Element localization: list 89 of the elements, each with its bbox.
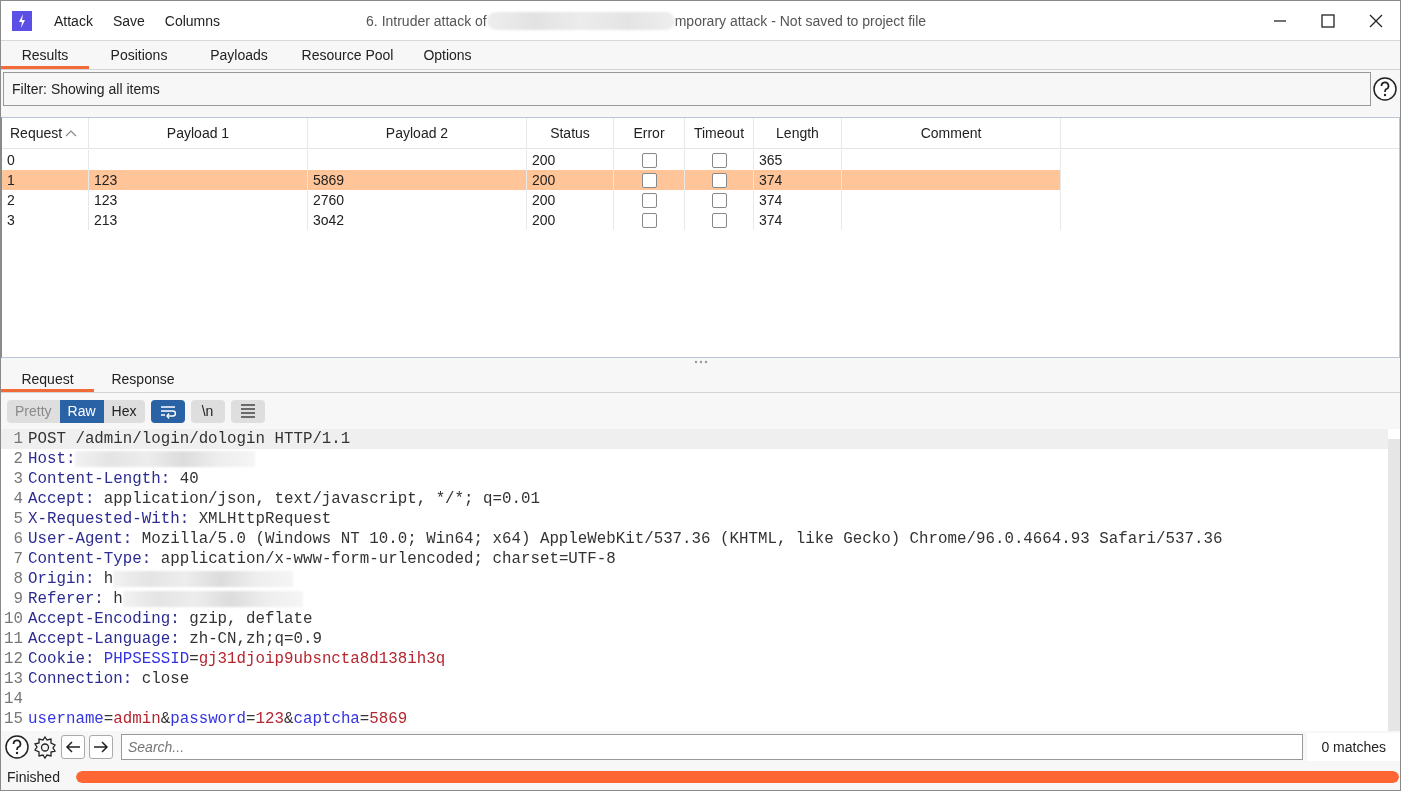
table-cell: 374 bbox=[759, 192, 783, 208]
code-line: POST /admin/login/dologin HTTP/1.1 bbox=[28, 430, 351, 448]
line-number: 1 bbox=[12, 430, 24, 448]
code-line: username=admin&password=123&captcha=5869 bbox=[28, 710, 408, 728]
table-cell: 200 bbox=[532, 192, 556, 208]
table-cell: 374 bbox=[759, 172, 783, 188]
newline-toggle-button[interactable]: \n bbox=[190, 399, 225, 423]
tab[interactable]: Response bbox=[94, 365, 192, 392]
table-cell: 1 bbox=[7, 172, 15, 188]
code-line: Accept-Encoding: gzip, deflate bbox=[28, 610, 313, 628]
status-label: Finished bbox=[7, 768, 61, 785]
drag-handle-icon[interactable] bbox=[693, 359, 708, 364]
search-field[interactable]: Search... bbox=[121, 734, 1304, 760]
scrollbar[interactable] bbox=[1388, 439, 1400, 731]
column-header[interactable]: Payload 1 bbox=[166, 125, 230, 141]
line-number: 11 bbox=[3, 630, 24, 648]
line-number: 14 bbox=[3, 690, 24, 708]
line-number: 6 bbox=[12, 530, 24, 548]
menu-button[interactable] bbox=[230, 399, 265, 423]
column-header[interactable]: Payload 2 bbox=[385, 125, 449, 141]
code-line: Cookie: PHPSESSID=gj31djoip9ubsncta8d138ih3q bbox=[28, 650, 446, 668]
menu-item[interactable]: Columns bbox=[154, 12, 231, 29]
code-line: User-Agent: Mozilla/5.0 (Windows NT 10.0; Win64; x64) AppleWebKit/537.36 (KHTML, like Gecko) Chrome/96.0.4664.93 Safari/537.36 bbox=[28, 530, 1223, 548]
window-title: 6. Intruder attack of bbox=[366, 12, 487, 29]
view-mode-tab[interactable]: Raw bbox=[59, 399, 104, 423]
wrap-lines-button[interactable] bbox=[150, 399, 185, 423]
tab[interactable]: Payloads bbox=[189, 41, 289, 69]
table-cell: 200 bbox=[532, 152, 556, 168]
view-mode-tab[interactable]: Hex bbox=[103, 399, 145, 423]
line-number: 13 bbox=[3, 670, 24, 688]
code-line: Content-Type: application/x-www-form-urlencoded; charset=UTF-8 bbox=[28, 550, 616, 568]
line-number: 8 bbox=[12, 570, 24, 588]
code-line: X-Requested-With: XMLHttpRequest bbox=[28, 510, 332, 528]
table-cell: 3 bbox=[7, 212, 15, 228]
wrap-lines-icon bbox=[159, 403, 176, 419]
left-arrow-icon bbox=[65, 739, 81, 755]
column-header[interactable]: Status bbox=[550, 125, 590, 141]
tab[interactable]: Options bbox=[406, 41, 489, 69]
right-arrow-icon bbox=[93, 739, 109, 755]
table-cell: 123 bbox=[94, 192, 118, 208]
code-line: Connection: close bbox=[28, 670, 190, 688]
line-number: 4 bbox=[12, 490, 24, 508]
app-logo-icon bbox=[12, 10, 32, 31]
code-line: Referer: h bbox=[28, 590, 303, 608]
table-cell: 3o42 bbox=[313, 212, 345, 228]
line-number: 9 bbox=[12, 590, 24, 608]
column-header[interactable]: Timeout bbox=[693, 125, 745, 141]
table-cell: 123 bbox=[94, 172, 118, 188]
code-line: Host: bbox=[28, 450, 256, 468]
settings-icon[interactable] bbox=[33, 734, 57, 760]
close-icon[interactable] bbox=[1369, 13, 1383, 28]
line-number: 2 bbox=[12, 450, 24, 468]
table-cell: 365 bbox=[759, 152, 783, 168]
table-cell: 2760 bbox=[313, 192, 345, 208]
help-icon[interactable] bbox=[5, 735, 29, 759]
line-number: 5 bbox=[12, 510, 24, 528]
table-cell: 200 bbox=[532, 172, 556, 188]
selected-row[interactable]: 1 123 5869 200 374 bbox=[2, 170, 1061, 190]
table-cell: 213 bbox=[94, 212, 118, 228]
column-header[interactable]: Error bbox=[633, 125, 665, 141]
menu-icon bbox=[239, 403, 256, 419]
code-line: Accept-Language: zh-CN,zh;q=0.9 bbox=[28, 630, 322, 648]
forward-button[interactable] bbox=[89, 735, 113, 759]
help-icon[interactable] bbox=[1373, 76, 1397, 101]
back-button[interactable] bbox=[61, 735, 85, 759]
tab[interactable]: Resource Pool bbox=[289, 41, 406, 69]
tab[interactable]: Positions bbox=[89, 41, 189, 69]
code-line: Content-Length: 40 bbox=[28, 470, 199, 488]
line-number: 7 bbox=[12, 550, 24, 568]
match-count: 0 matches bbox=[1307, 733, 1400, 761]
maximize-icon[interactable] bbox=[1321, 13, 1335, 28]
code-line: Origin: h bbox=[28, 570, 294, 588]
menu-item[interactable]: Attack bbox=[44, 12, 103, 29]
table-cell: 2 bbox=[7, 192, 15, 208]
code-line: Accept: application/json, text/javascript, */*; q=0.01 bbox=[28, 490, 540, 508]
window-title: mporary attack - Not saved to project file bbox=[674, 12, 927, 29]
menu-item[interactable]: Save bbox=[102, 12, 155, 29]
table-cell: 5869 bbox=[313, 172, 345, 188]
line-number: 3 bbox=[12, 470, 24, 488]
column-header[interactable]: Request bbox=[10, 125, 63, 141]
line-number: 10 bbox=[3, 610, 24, 628]
line-number: 12 bbox=[3, 650, 24, 668]
column-header[interactable]: Length bbox=[776, 125, 819, 141]
table-cell: 374 bbox=[759, 212, 783, 228]
table-cell: 0 bbox=[7, 152, 15, 168]
filter-bar[interactable]: Filter: Showing all items bbox=[3, 71, 1371, 106]
table-cell: 200 bbox=[532, 212, 556, 228]
line-number: 15 bbox=[3, 710, 24, 728]
column-header[interactable]: Comment bbox=[920, 125, 982, 141]
